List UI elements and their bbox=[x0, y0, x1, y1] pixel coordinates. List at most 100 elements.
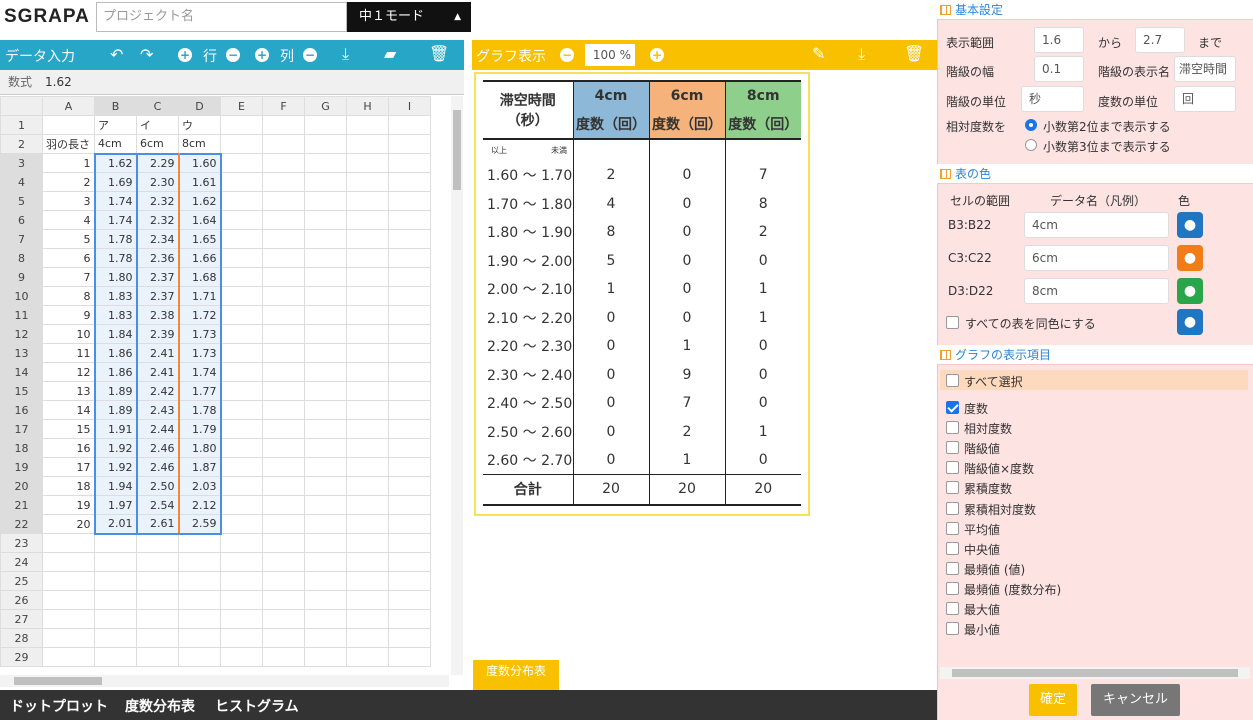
cell[interactable]: 1.68 bbox=[177, 267, 222, 287]
row-header[interactable]: 10 bbox=[0, 286, 43, 306]
cell[interactable] bbox=[346, 400, 389, 420]
cell[interactable]: 2 bbox=[42, 172, 95, 192]
cell[interactable] bbox=[178, 609, 221, 629]
cell[interactable] bbox=[304, 590, 347, 610]
cell[interactable] bbox=[388, 495, 431, 515]
cell[interactable] bbox=[388, 400, 431, 420]
select-all-checkbox[interactable] bbox=[946, 374, 959, 387]
cell[interactable] bbox=[388, 362, 431, 382]
cell[interactable]: 1.61 bbox=[177, 172, 222, 192]
cell[interactable]: 17 bbox=[42, 457, 95, 477]
cell[interactable] bbox=[262, 647, 305, 667]
cancel-button[interactable]: キャンセル bbox=[1091, 684, 1180, 716]
palette-icon[interactable]: ● bbox=[1177, 245, 1203, 271]
cell[interactable] bbox=[304, 229, 347, 249]
cell[interactable] bbox=[220, 533, 263, 553]
cell[interactable]: 11 bbox=[42, 343, 95, 363]
cell[interactable] bbox=[388, 229, 431, 249]
cell[interactable]: 13 bbox=[42, 381, 95, 401]
cell[interactable]: 12 bbox=[42, 362, 95, 382]
row-header[interactable]: 3 bbox=[0, 153, 43, 173]
cell[interactable] bbox=[262, 286, 305, 306]
graph-trash-icon[interactable]: 🗑 bbox=[904, 44, 924, 63]
cell[interactable] bbox=[94, 647, 137, 667]
series-name-input[interactable]: 8cm bbox=[1024, 278, 1169, 304]
cell[interactable]: 2.50 bbox=[135, 476, 180, 496]
cell[interactable]: 8 bbox=[42, 286, 95, 306]
cell[interactable]: 8cm bbox=[178, 134, 221, 154]
cell[interactable] bbox=[346, 628, 389, 648]
cell[interactable] bbox=[388, 343, 431, 363]
column-header[interactable]: A bbox=[42, 96, 95, 116]
cell[interactable]: 1.78 bbox=[177, 400, 222, 420]
cell[interactable] bbox=[220, 419, 263, 439]
cell[interactable]: ウ bbox=[178, 115, 221, 135]
cell[interactable] bbox=[94, 533, 137, 553]
cell[interactable] bbox=[262, 115, 305, 135]
corner-cell[interactable] bbox=[0, 96, 43, 116]
cell[interactable] bbox=[220, 552, 263, 572]
cell[interactable] bbox=[304, 495, 347, 515]
cell[interactable] bbox=[262, 343, 305, 363]
cell[interactable] bbox=[346, 609, 389, 629]
cell[interactable] bbox=[346, 172, 389, 192]
cell[interactable] bbox=[178, 552, 221, 572]
row-header[interactable]: 29 bbox=[0, 647, 43, 667]
cell[interactable] bbox=[262, 495, 305, 515]
cell[interactable] bbox=[304, 552, 347, 572]
column-header[interactable]: E bbox=[220, 96, 263, 116]
cell[interactable] bbox=[388, 267, 431, 287]
cell[interactable]: 1.84 bbox=[93, 324, 138, 344]
palette-icon[interactable]: ● bbox=[1177, 309, 1203, 335]
cell[interactable] bbox=[220, 210, 263, 230]
cell[interactable]: 2.61 bbox=[135, 514, 180, 535]
cell[interactable] bbox=[262, 400, 305, 420]
confirm-button[interactable]: 確定 bbox=[1029, 684, 1077, 716]
row-header[interactable]: 17 bbox=[0, 419, 43, 439]
cell[interactable]: 1.72 bbox=[177, 305, 222, 325]
graph-download-icon[interactable]: ⤓ bbox=[858, 44, 865, 64]
cell[interactable] bbox=[304, 153, 347, 173]
cell[interactable]: 2.44 bbox=[135, 419, 180, 439]
cell[interactable]: 1.83 bbox=[93, 305, 138, 325]
cell[interactable] bbox=[262, 229, 305, 249]
section-graph-items[interactable]: グラフの表示項目 bbox=[937, 345, 1253, 365]
cell[interactable] bbox=[304, 419, 347, 439]
cell[interactable]: 2.54 bbox=[135, 495, 180, 515]
cell[interactable]: 1.97 bbox=[93, 495, 138, 515]
cell[interactable] bbox=[178, 533, 221, 553]
cell[interactable] bbox=[262, 381, 305, 401]
cell[interactable] bbox=[304, 172, 347, 192]
cell[interactable]: 1.69 bbox=[93, 172, 138, 192]
cell[interactable]: 2.36 bbox=[135, 248, 180, 268]
cell[interactable]: 1.62 bbox=[177, 191, 222, 211]
zoom-input[interactable]: 100 % bbox=[585, 44, 635, 66]
column-header[interactable]: D bbox=[178, 96, 221, 116]
cell[interactable] bbox=[220, 590, 263, 610]
display-item-checkbox[interactable] bbox=[946, 622, 959, 636]
display-item-checkbox[interactable] bbox=[946, 501, 959, 515]
display-item-checkbox[interactable] bbox=[946, 421, 959, 435]
undo-icon[interactable]: ↶ bbox=[110, 45, 123, 64]
cell[interactable]: 1 bbox=[42, 153, 95, 173]
cell[interactable] bbox=[388, 172, 431, 192]
cell[interactable] bbox=[346, 248, 389, 268]
tab-histogram[interactable]: ヒストグラム bbox=[215, 696, 299, 716]
cell[interactable] bbox=[388, 438, 431, 458]
cell[interactable] bbox=[262, 210, 305, 230]
formula-value[interactable]: 1.62 bbox=[45, 70, 72, 95]
cell[interactable] bbox=[388, 552, 431, 572]
cell[interactable] bbox=[346, 324, 389, 344]
cell[interactable]: 14 bbox=[42, 400, 95, 420]
display-item-checkbox[interactable] bbox=[946, 461, 959, 475]
cell[interactable]: 1.79 bbox=[177, 419, 222, 439]
cell[interactable]: 6cm bbox=[136, 134, 179, 154]
row-header[interactable]: 1 bbox=[0, 115, 43, 135]
remove-row-icon[interactable]: − bbox=[226, 48, 240, 62]
cell[interactable]: 2.42 bbox=[135, 381, 180, 401]
cell[interactable]: 19 bbox=[42, 495, 95, 515]
cell[interactable] bbox=[346, 552, 389, 572]
cell[interactable] bbox=[220, 115, 263, 135]
cell[interactable] bbox=[346, 343, 389, 363]
cell[interactable] bbox=[346, 381, 389, 401]
